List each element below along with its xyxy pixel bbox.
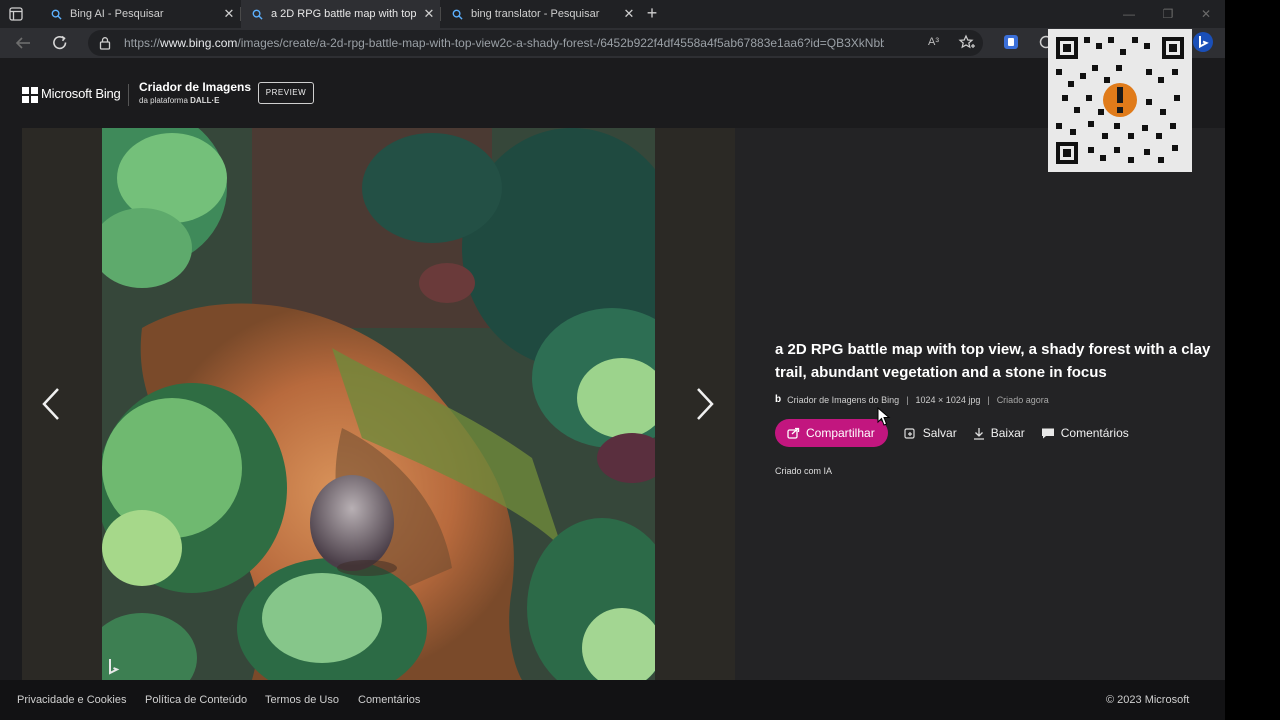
bing-b-icon: b	[775, 394, 782, 405]
extension-shield-icon[interactable]	[1003, 34, 1019, 50]
save-button[interactable]: Salvar	[904, 426, 957, 440]
preview-badge: PREVIEW	[258, 82, 314, 104]
product-subtitle: da plataforma DALL·E	[139, 96, 219, 105]
qr-code-overlay	[1048, 29, 1192, 172]
close-tab-icon[interactable]: ✕	[618, 6, 640, 22]
image-dimensions: 1024 × 1024 jpg	[915, 394, 981, 405]
share-icon	[787, 427, 800, 439]
tab-title: bing translator - Pesquisar	[471, 8, 600, 20]
tab-bing-translator[interactable]: bing translator - Pesquisar ✕	[441, 0, 640, 28]
brand-name[interactable]: Microsoft Bing	[41, 86, 121, 101]
mouse-cursor-icon	[877, 407, 891, 426]
created-time: Criado agora	[996, 394, 1049, 405]
bing-watermark-icon	[109, 659, 120, 675]
footer-link-privacy[interactable]: Privacidade e Cookies	[17, 694, 126, 706]
tab-strip: Bing AI - Pesquisar ✕ a 2D RPG battle ma…	[0, 0, 1225, 28]
search-icon	[48, 9, 64, 20]
lock-icon[interactable]	[98, 36, 112, 50]
url-path: /images/create/a-2d-rpg-battle-map-with-…	[237, 36, 884, 50]
url-host: www.bing.com	[160, 36, 238, 50]
meta-separator: |	[906, 394, 909, 405]
screen-edge	[1225, 0, 1280, 720]
page-footer: Privacidade e Cookies Política de Conteú…	[0, 680, 1225, 720]
close-tab-icon[interactable]: ✕	[418, 6, 440, 22]
previous-image-arrow-icon[interactable]	[36, 384, 66, 424]
subtitle-prefix: da plataforma	[139, 96, 191, 105]
bing-chat-icon[interactable]	[1192, 31, 1214, 53]
generated-image[interactable]	[102, 128, 655, 680]
minimize-icon[interactable]: —	[1119, 4, 1139, 24]
new-tab-button[interactable]: +	[642, 4, 662, 24]
screen: Bing AI - Pesquisar ✕ a 2D RPG battle ma…	[0, 0, 1280, 720]
reload-icon[interactable]	[50, 33, 70, 53]
next-image-arrow-icon[interactable]	[690, 384, 720, 424]
comment-icon	[1041, 428, 1054, 439]
copyright: © 2023 Microsoft	[1106, 694, 1190, 706]
image-meta: b Criador de Imagens do Bing | 1024 × 10…	[775, 394, 1215, 405]
download-button[interactable]: Baixar	[973, 426, 1025, 440]
tab-title: Bing AI - Pesquisar	[70, 8, 164, 20]
tab-bing-ai[interactable]: Bing AI - Pesquisar ✕	[40, 0, 240, 28]
comments-button[interactable]: Comentários	[1041, 426, 1129, 440]
download-label: Baixar	[990, 426, 1025, 440]
bing-image-creator-page: Microsoft Bing Criador de Imagens da pla…	[0, 58, 1225, 680]
header-divider	[128, 84, 129, 106]
url-text: https://www.bing.com/images/create/a-2d-…	[124, 36, 884, 50]
product-title[interactable]: Criador de Imagens	[139, 80, 251, 94]
tab-actions-icon[interactable]	[8, 6, 24, 22]
meta-separator: |	[987, 394, 990, 405]
url-scheme: https://	[124, 36, 161, 50]
search-icon	[249, 9, 265, 20]
ai-created-note: Criado com IA	[775, 466, 833, 476]
favorite-star-icon[interactable]	[958, 34, 976, 52]
window-close-icon[interactable]: ✕	[1196, 4, 1216, 24]
save-icon	[904, 428, 915, 439]
read-aloud-icon[interactable]: A³	[928, 36, 939, 48]
subtitle-dalle: DALL·E	[190, 96, 220, 105]
microsoft-logo-icon[interactable]	[22, 87, 38, 103]
image-viewer: a 2D RPG battle map with top view, a sha…	[22, 128, 1225, 680]
tab-rpg-battle-map[interactable]: a 2D RPG battle map with top vie ✕	[241, 0, 440, 28]
save-label: Salvar	[922, 426, 957, 440]
close-tab-icon[interactable]: ✕	[218, 6, 240, 22]
download-icon	[973, 427, 984, 440]
share-label: Compartilhar	[806, 426, 875, 440]
search-icon	[449, 9, 465, 20]
image-panel	[22, 128, 735, 680]
creator-label: Criador de Imagens do Bing	[787, 394, 900, 405]
image-details: a 2D RPG battle map with top view, a sha…	[775, 338, 1215, 476]
comments-label: Comentários	[1060, 426, 1129, 440]
maximize-icon[interactable]: ❐	[1158, 4, 1178, 24]
footer-link-feedback[interactable]: Comentários	[358, 694, 420, 706]
image-actions: Compartilhar Salvar Baixar Comentários	[775, 419, 1215, 447]
address-bar[interactable]: https://www.bing.com/images/create/a-2d-…	[88, 30, 983, 56]
footer-link-content-policy[interactable]: Política de Conteúdo	[145, 694, 247, 706]
back-arrow-icon[interactable]	[13, 33, 33, 53]
share-button[interactable]: Compartilhar	[775, 419, 888, 447]
tab-title: a 2D RPG battle map with top vie	[271, 8, 418, 20]
image-prompt-title: a 2D RPG battle map with top view, a sha…	[775, 341, 1211, 381]
footer-link-terms[interactable]: Termos de Uso	[265, 694, 339, 706]
